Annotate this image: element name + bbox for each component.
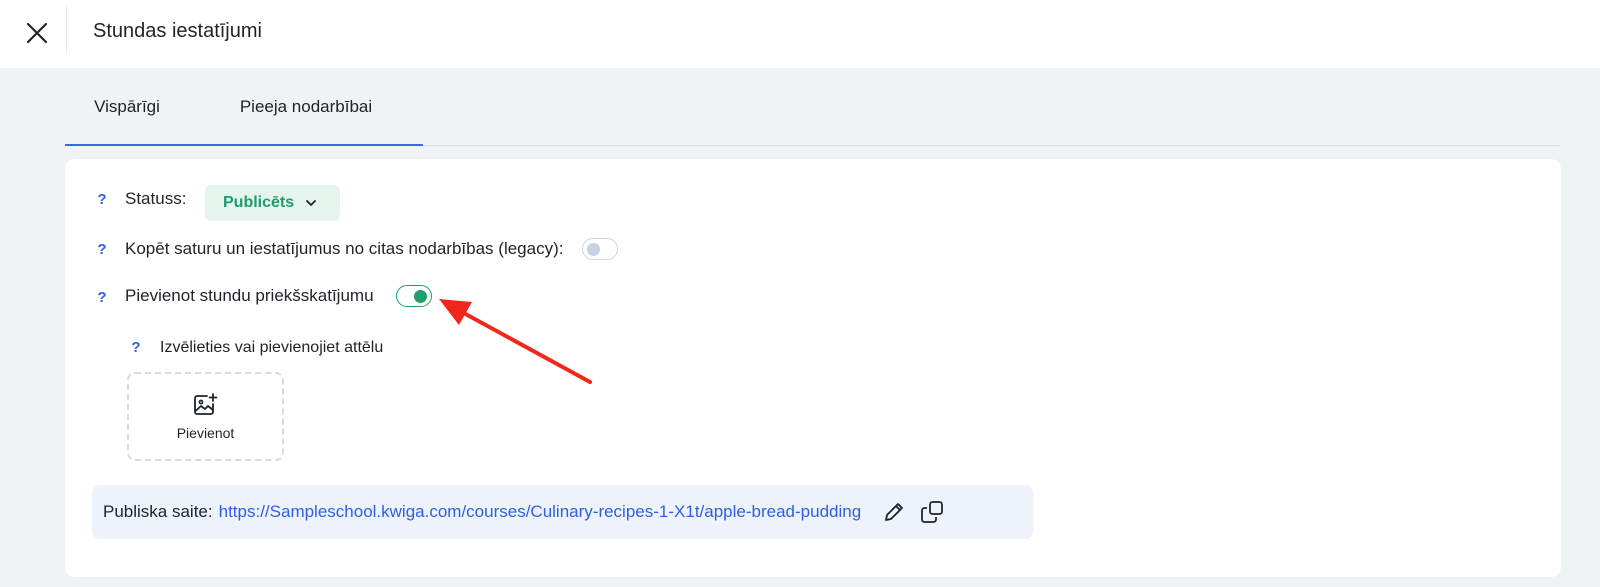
tab-general[interactable]: Vispārīgi <box>65 80 189 146</box>
tab-bar: Vispārīgi Pieeja nodarbībai <box>65 80 1560 146</box>
copy-content-toggle[interactable] <box>582 238 618 260</box>
settings-card: ? Statuss: Publicēts ? Kopēt saturu un i… <box>65 159 1561 577</box>
add-image-icon <box>193 392 217 415</box>
top-bar: Stundas iestatījumi <box>0 0 1600 68</box>
status-dropdown[interactable]: Publicēts <box>205 185 340 221</box>
close-button[interactable] <box>18 14 56 52</box>
status-label: Statuss: <box>125 189 187 208</box>
copy-content-label: Kopēt saturu un iestatījumus no citas no… <box>125 239 564 258</box>
copy-link-button[interactable] <box>919 499 945 525</box>
pencil-icon <box>885 503 904 521</box>
add-image-label: Pievienot <box>176 424 235 441</box>
public-link-url[interactable]: https://Sampleschool.kwiga.com/courses/C… <box>219 502 862 522</box>
public-link-label: Publiska saite: <box>103 502 213 521</box>
add-image-button[interactable]: Pievienot <box>127 372 284 461</box>
active-tab-indicator <box>65 144 423 146</box>
copy-content-help-icon[interactable]: ? <box>95 241 109 258</box>
lesson-preview-label: Pievienot stundu priekšskatījumu <box>125 286 374 305</box>
page-title: Stundas iestatījumi <box>93 20 262 42</box>
public-link-box: Publiska saite: https://Sampleschool.kwi… <box>92 485 1033 539</box>
toggle-knob <box>587 243 600 256</box>
lesson-preview-toggle[interactable] <box>396 285 432 307</box>
chevron-down-icon <box>306 198 317 208</box>
close-icon <box>26 22 48 44</box>
image-label: Izvēlieties vai pievienojiet attēlu <box>160 339 384 356</box>
tab-lesson-access[interactable]: Pieeja nodarbībai <box>189 80 423 146</box>
status-value: Publicēts <box>223 194 295 211</box>
toggle-knob <box>414 289 427 303</box>
edit-link-button[interactable] <box>881 499 907 525</box>
status-help-icon[interactable]: ? <box>95 191 109 208</box>
image-help-icon[interactable]: ? <box>129 339 143 356</box>
header-divider <box>66 6 67 54</box>
lesson-preview-help-icon[interactable]: ? <box>95 289 109 306</box>
copy-icon <box>921 501 944 523</box>
